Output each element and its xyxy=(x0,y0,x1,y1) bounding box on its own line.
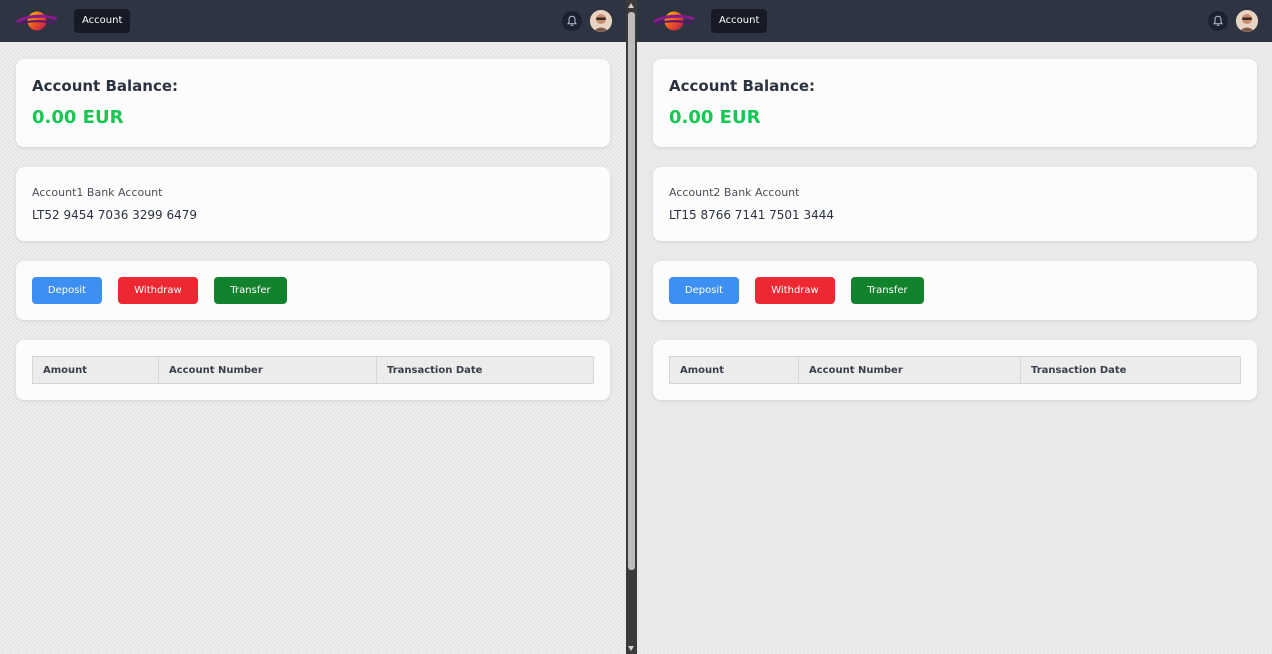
balance-card: Account Balance: 0.00 EUR xyxy=(16,59,610,147)
nav-tab-account[interactable]: Account xyxy=(74,9,131,33)
balance-value: 0.00 EUR xyxy=(669,107,761,128)
account-name: Account1 Bank Account xyxy=(32,186,163,199)
top-navbar: Account xyxy=(637,0,1272,42)
transactions-table: Amount Account Number Transaction Date xyxy=(669,356,1241,384)
main-content: Account Balance: 0.00 EUR Account1 Bank … xyxy=(0,42,626,400)
table-header-row: Amount Account Number Transaction Date xyxy=(669,356,1241,384)
balance-value: 0.00 EUR xyxy=(32,107,124,128)
withdraw-button[interactable]: Withdraw xyxy=(755,277,835,304)
actions-card: Deposit Withdraw Transfer xyxy=(16,261,610,320)
column-header-amount[interactable]: Amount xyxy=(669,356,799,384)
brand-logo-icon[interactable] xyxy=(653,9,695,33)
scrollbar-thumb[interactable] xyxy=(628,12,635,570)
user-avatar[interactable] xyxy=(590,10,612,32)
notifications-button[interactable] xyxy=(1208,11,1228,31)
account-number: LT52 9454 7036 3299 6479 xyxy=(32,208,198,222)
brand-logo-icon[interactable] xyxy=(16,9,58,33)
account-card: Account2 Bank Account LT15 8766 7141 750… xyxy=(653,167,1257,241)
transactions-table: Amount Account Number Transaction Date xyxy=(32,356,594,384)
deposit-button[interactable]: Deposit xyxy=(32,277,102,304)
balance-title: Account Balance: xyxy=(32,77,179,95)
user-avatar[interactable] xyxy=(1236,10,1258,32)
column-header-amount[interactable]: Amount xyxy=(32,356,159,384)
top-navbar: Account xyxy=(0,0,626,42)
column-header-account-number[interactable]: Account Number xyxy=(798,356,1021,384)
bell-icon xyxy=(1213,15,1223,26)
account-number: LT15 8766 7141 7501 3444 xyxy=(669,208,835,222)
actions-card: Deposit Withdraw Transfer xyxy=(653,261,1257,320)
notifications-button[interactable] xyxy=(562,11,582,31)
transactions-card: Amount Account Number Transaction Date xyxy=(653,340,1257,400)
scroll-down-arrow-icon[interactable] xyxy=(628,646,634,651)
transfer-button[interactable]: Transfer xyxy=(851,277,924,304)
navbar-actions xyxy=(1208,10,1258,32)
scroll-up-arrow-icon[interactable] xyxy=(628,3,634,8)
nav-tab-account[interactable]: Account xyxy=(711,9,768,33)
navbar-actions xyxy=(562,10,612,32)
left-browser-pane: Account Account Balance: 0.00 EUR Accoun… xyxy=(0,0,626,654)
column-header-transaction-date[interactable]: Transaction Date xyxy=(376,356,594,384)
main-content: Account Balance: 0.00 EUR Account2 Bank … xyxy=(637,42,1272,400)
transactions-card: Amount Account Number Transaction Date xyxy=(16,340,610,400)
right-browser-pane: Account Account Balance: 0.00 EUR Accoun… xyxy=(637,0,1272,654)
table-header-row: Amount Account Number Transaction Date xyxy=(32,356,594,384)
account-name: Account2 Bank Account xyxy=(669,186,800,199)
withdraw-button[interactable]: Withdraw xyxy=(118,277,198,304)
transfer-button[interactable]: Transfer xyxy=(214,277,287,304)
balance-title: Account Balance: xyxy=(669,77,816,95)
deposit-button[interactable]: Deposit xyxy=(669,277,739,304)
pane-divider-scrollbar[interactable] xyxy=(626,0,637,654)
bell-icon xyxy=(567,15,577,26)
column-header-transaction-date[interactable]: Transaction Date xyxy=(1020,356,1241,384)
account-card: Account1 Bank Account LT52 9454 7036 329… xyxy=(16,167,610,241)
balance-card: Account Balance: 0.00 EUR xyxy=(653,59,1257,147)
column-header-account-number[interactable]: Account Number xyxy=(158,356,377,384)
